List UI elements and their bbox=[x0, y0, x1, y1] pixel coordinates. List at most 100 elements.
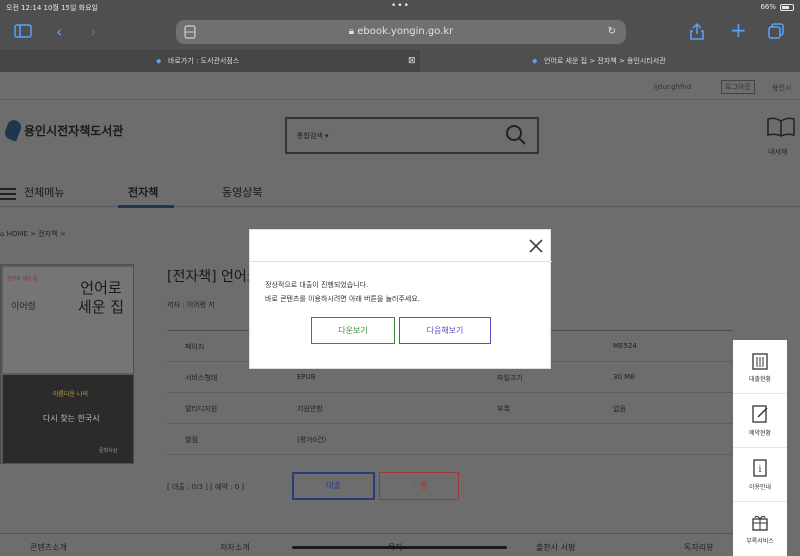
read-now-button[interactable]: 다음해보기 bbox=[399, 317, 491, 344]
tab-1[interactable]: ◆ 바로가기 : 도서관서점스 bbox=[0, 50, 400, 72]
tab-author-intro[interactable]: 저자소개 bbox=[220, 542, 249, 553]
main-nav: 전체메뉴 전자책 동영상북 bbox=[0, 176, 800, 208]
favorite-button[interactable]: ♡ 찜 bbox=[379, 472, 459, 500]
sidebar-icon[interactable] bbox=[14, 24, 32, 41]
cover-sub1: 아름다운 나의 bbox=[53, 391, 89, 398]
cover-publisher: 문학사상 bbox=[99, 448, 118, 454]
cover-lower: 아름다운 나의 다시 찾는 한국시 문학사상 bbox=[3, 375, 133, 463]
favicon-icon: ◆ bbox=[156, 57, 162, 65]
utility-bar: ljdunghfnd 로그아웃 용인시 bbox=[0, 72, 800, 100]
info-value: EPUB bbox=[297, 373, 316, 381]
info-key: 서비스형태 bbox=[185, 374, 218, 382]
book-cover: 언어로 세운 집 이어령 언어로 세운 집 아름다운 나의 다시 찾는 한국시 … bbox=[0, 264, 134, 464]
tab-strip: ◆ 바로가기 : 도서관서점스 ⊠ ◆ 언어로 세운 집 > 전자책 > 용인시… bbox=[0, 50, 800, 72]
side-label: 예약현황 bbox=[748, 430, 772, 437]
cover-sub2: 다시 찾는 한국시 bbox=[43, 414, 100, 423]
info-key: 페이지 bbox=[185, 343, 205, 351]
cover-author: 이어령 bbox=[11, 302, 36, 312]
info-value: 지원안함 bbox=[297, 405, 323, 413]
search-scope-select[interactable]: 통합검색 ▾ bbox=[297, 131, 329, 141]
cover-upper: 언어로 세운 집 이어령 언어로 세운 집 bbox=[3, 267, 133, 373]
info-value: 없음 bbox=[613, 405, 626, 413]
multitask-dots[interactable]: ••• bbox=[391, 1, 410, 11]
tab-reader-review[interactable]: 독자리뷰 bbox=[684, 542, 713, 553]
search-box[interactable]: 통합검색 ▾ bbox=[285, 117, 539, 154]
quick-side-panel: 대출현황 예약현황 i 이용안내 부록서비스 bbox=[733, 340, 787, 556]
info-key: 멀티디지원 bbox=[185, 405, 218, 413]
battery-percent: 66% bbox=[760, 3, 776, 11]
dialog-header bbox=[250, 230, 552, 262]
forward-icon[interactable]: › bbox=[90, 24, 96, 40]
side-label: 부록서비스 bbox=[746, 538, 774, 545]
info-key: 파일크기 bbox=[497, 374, 523, 382]
info-row: 별점 (평가0건) bbox=[167, 424, 733, 455]
logo-icon bbox=[3, 118, 23, 142]
loan-counts: [ 대출 : 0/3 ] [ 예약 : 0 ] bbox=[167, 483, 245, 491]
close-icon[interactable] bbox=[526, 236, 546, 256]
close-tab-icon[interactable]: ⊠ bbox=[408, 50, 416, 72]
side-label: 이용안내 bbox=[748, 484, 772, 491]
building-icon bbox=[752, 353, 768, 370]
nav-all-menu[interactable]: 전체메뉴 bbox=[24, 184, 64, 200]
tab-2-label: 언어로 세운 집 > 전자책 > 용인시티서관 bbox=[544, 57, 666, 65]
info-value: ME524 bbox=[613, 342, 637, 350]
user-id: ljdunghfnd bbox=[654, 83, 692, 91]
status-bar: 오전 12:14 10월 15일 화요일 ••• 66% bbox=[0, 0, 800, 14]
tab-publisher-review[interactable]: 출판사 서평 bbox=[536, 542, 575, 553]
book-icon[interactable] bbox=[766, 116, 796, 138]
crumb-ebook[interactable]: 전자책 bbox=[38, 230, 57, 238]
home-indicator[interactable] bbox=[292, 546, 507, 549]
crumb-home[interactable]: HOME bbox=[7, 230, 28, 238]
back-icon[interactable]: ‹ bbox=[56, 24, 62, 40]
breadcrumb: ⌂ HOME > 전자책 > bbox=[0, 229, 66, 239]
util-link[interactable]: 용인시 bbox=[772, 83, 791, 93]
download-view-button[interactable]: 다운보기 bbox=[311, 317, 395, 344]
favicon-icon: ◆ bbox=[532, 57, 538, 65]
cover-title: 언어로 세운 집 bbox=[77, 279, 125, 316]
lock-icon: 🔒︎ bbox=[348, 26, 358, 37]
side-guide[interactable]: i 이용안내 bbox=[733, 448, 787, 502]
cover-top-text: 언어로 세운 집 bbox=[7, 276, 38, 282]
hamburger-icon[interactable] bbox=[0, 185, 16, 204]
nav-ebook[interactable]: 전자책 bbox=[128, 184, 158, 200]
site-logo[interactable]: 용인시전자책도서관 bbox=[3, 118, 124, 142]
reload-icon[interactable]: ↻ bbox=[608, 20, 616, 44]
detail-tabs: 콘텐츠소개 저자소개 목차 출판사 서평 독자리뷰 bbox=[0, 533, 736, 556]
tab-2[interactable]: ◆ 언어로 세운 집 > 전자책 > 용인시티서관 bbox=[420, 50, 800, 72]
tab-1-label: 바로가기 : 도서관서점스 bbox=[168, 57, 240, 65]
svg-text:i: i bbox=[759, 465, 762, 475]
info-icon: i bbox=[753, 459, 767, 477]
gift-icon bbox=[752, 515, 768, 531]
status-time: 오전 12:14 10월 15일 화요일 bbox=[6, 4, 98, 12]
address-bar[interactable]: 🔒︎ ebook.yongin.go.kr ↻ bbox=[176, 20, 626, 44]
edit-document-icon bbox=[752, 405, 768, 423]
mylib-link[interactable]: 내서재 bbox=[768, 147, 787, 157]
new-tab-icon[interactable]: + bbox=[730, 20, 747, 40]
side-reserve-status[interactable]: 예약현황 bbox=[733, 394, 787, 448]
info-value: 30 MB bbox=[613, 373, 635, 381]
nav-active-indicator bbox=[118, 205, 174, 208]
nav-video[interactable]: 동영상북 bbox=[222, 184, 262, 200]
crumb-sep: > bbox=[30, 230, 37, 238]
info-key: 부록 bbox=[497, 405, 510, 413]
share-icon[interactable] bbox=[690, 22, 704, 43]
info-row: 멀티디지원 지원안함 부록 없음 bbox=[167, 393, 733, 424]
battery-icon bbox=[780, 4, 794, 11]
home-icon[interactable]: ⌂ bbox=[0, 230, 7, 238]
side-label: 대출현황 bbox=[748, 376, 772, 383]
url-text: ebook.yongin.go.kr bbox=[357, 26, 454, 37]
book-author: 저자 : 이어령 저 bbox=[167, 301, 215, 309]
borrow-button[interactable]: 대출 bbox=[292, 472, 375, 500]
page-settings-icon[interactable] bbox=[184, 25, 196, 49]
logout-button[interactable]: 로그아웃 bbox=[721, 80, 755, 94]
dialog-message-2: 바로 콘텐츠를 이용하시려면 아래 버튼을 눌러주세요. bbox=[265, 295, 421, 303]
loan-complete-dialog: 정상적으로 대출이 진행되었습니다. 바로 콘텐츠를 이용하시려면 아래 버튼을… bbox=[249, 229, 552, 369]
tabs-icon[interactable] bbox=[768, 23, 784, 42]
crumb-sep: > bbox=[59, 230, 66, 238]
tab-content-intro[interactable]: 콘텐츠소개 bbox=[30, 542, 67, 553]
side-loan-status[interactable]: 대출현황 bbox=[733, 340, 787, 394]
dialog-message-1: 정상적으로 대출이 진행되었습니다. bbox=[265, 281, 369, 289]
search-icon[interactable] bbox=[505, 124, 527, 146]
side-extra-service[interactable]: 부록서비스 bbox=[733, 502, 787, 556]
logo-text: 용인시전자책도서관 bbox=[24, 123, 124, 138]
